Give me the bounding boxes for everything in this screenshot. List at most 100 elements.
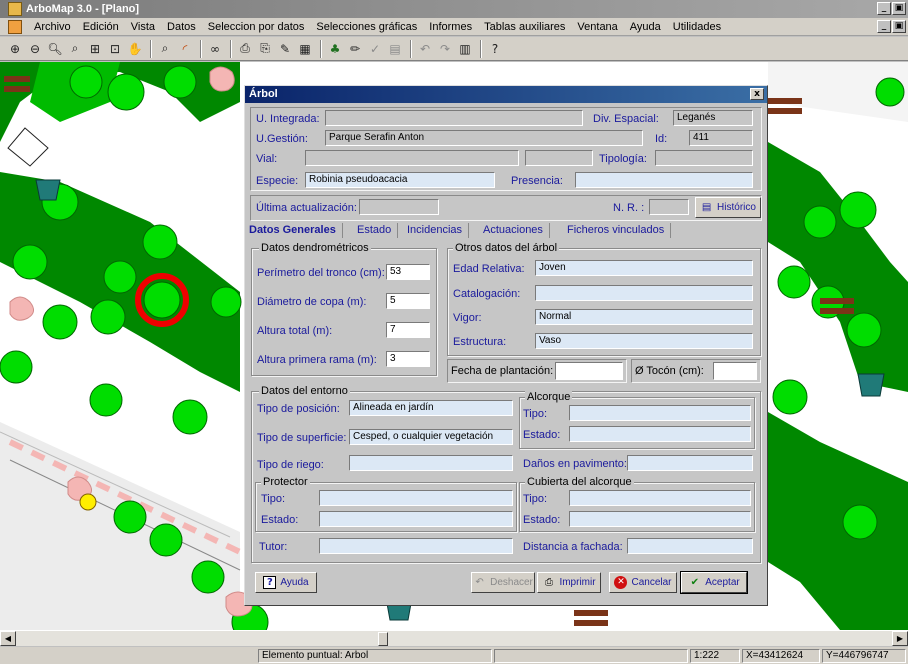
menu-edicion[interactable]: Edición	[77, 21, 125, 33]
selected-tree[interactable]	[143, 281, 181, 319]
print-icon[interactable]: ⎙	[236, 40, 254, 58]
tocon-field[interactable]	[713, 362, 757, 380]
tree[interactable]	[12, 244, 48, 280]
zoom-extents-icon[interactable]: ⊞	[86, 40, 104, 58]
tree[interactable]	[107, 73, 145, 111]
menu-ventana[interactable]: Ventana	[571, 21, 623, 33]
tree[interactable]	[172, 399, 208, 435]
tab-ficheros-vinculados[interactable]: Ficheros vinculados	[567, 223, 672, 238]
tree[interactable]	[191, 560, 225, 594]
estructura-field[interactable]: Vaso	[535, 333, 753, 349]
menu-utilidades[interactable]: Utilidades	[667, 21, 727, 33]
tree[interactable]	[846, 312, 882, 348]
aceptar-button[interactable]: ✔ Aceptar	[680, 571, 748, 594]
tree[interactable]	[42, 304, 78, 340]
protector-tipo-field[interactable]	[319, 490, 513, 506]
minimize-button[interactable]: _	[877, 2, 891, 15]
cancelar-button[interactable]: ✕ Cancelar	[609, 572, 677, 593]
diametro-field[interactable]: 5	[386, 293, 430, 309]
restore-button[interactable]: ▣	[892, 2, 906, 15]
zoom-in-icon[interactable]: ⊕	[6, 40, 24, 58]
tree[interactable]	[772, 379, 808, 415]
cubierta-estado-field[interactable]	[569, 511, 751, 527]
vial-number-field[interactable]	[525, 150, 593, 166]
tree[interactable]	[90, 299, 126, 335]
zoom-select-icon[interactable]: ⌕	[156, 40, 174, 58]
nr-field[interactable]	[649, 199, 689, 215]
menu-vista[interactable]: Vista	[125, 21, 161, 33]
pan-hand-icon[interactable]: ✋	[126, 40, 144, 58]
menu-selecciones-graficas[interactable]: Selecciones gráficas	[310, 21, 423, 33]
document-icon[interactable]	[8, 19, 22, 34]
tree[interactable]	[103, 260, 137, 294]
tab-datos-generales[interactable]: Datos Generales	[249, 223, 343, 238]
zoom-window-icon[interactable]: ⌕	[66, 40, 84, 58]
tree-data-icon[interactable]: ♣	[326, 40, 344, 58]
print-preview-icon[interactable]: ⎘	[256, 40, 274, 58]
bench[interactable]	[820, 308, 854, 314]
altura-total-field[interactable]: 7	[386, 322, 430, 338]
check-icon[interactable]: ✓	[366, 40, 384, 58]
zoom-out-icon[interactable]: ⊖	[26, 40, 44, 58]
menu-tablas-auxiliares[interactable]: Tablas auxiliares	[478, 21, 571, 33]
tree[interactable]	[777, 265, 811, 299]
cubierta-tipo-field[interactable]	[569, 490, 751, 506]
historico-button[interactable]: ▤ Histórico	[695, 197, 761, 218]
tree[interactable]	[149, 523, 183, 557]
scroll-right-button[interactable]: ▶	[892, 631, 908, 646]
distancia-fachada-field[interactable]	[627, 538, 753, 554]
scroll-left-button[interactable]: ◀	[0, 631, 16, 646]
tree[interactable]	[142, 224, 178, 260]
horizontal-scrollbar[interactable]: ◀ ▶	[0, 630, 908, 646]
yellow-marker-icon[interactable]	[79, 493, 97, 511]
zoom-previous-icon[interactable]: 🔍︎	[46, 40, 64, 58]
tree[interactable]	[69, 65, 103, 99]
especie-field[interactable]: Robinia pseudoacacia	[305, 172, 495, 188]
menu-archivo[interactable]: Archivo	[28, 21, 77, 33]
tab-actuaciones[interactable]: Actuaciones	[483, 223, 550, 238]
tree[interactable]	[113, 500, 147, 534]
altura-rama-field[interactable]: 3	[386, 351, 430, 367]
help-icon[interactable]: ?	[486, 40, 504, 58]
map-icon[interactable]: ▥	[456, 40, 474, 58]
bench[interactable]	[574, 610, 608, 616]
color-rainbow-icon[interactable]: ◜	[176, 40, 194, 58]
danos-pavimento-field[interactable]	[627, 455, 753, 471]
bench[interactable]	[768, 108, 802, 114]
bench[interactable]	[4, 76, 30, 82]
pencil-icon[interactable]: ✏	[346, 40, 364, 58]
doc-minimize-button[interactable]: _	[877, 20, 891, 33]
table-icon[interactable]: ▦	[296, 40, 314, 58]
bench[interactable]	[574, 620, 608, 626]
tab-incidencias[interactable]: Incidencias	[407, 223, 470, 238]
zoom-all-icon[interactable]: ⊡	[106, 40, 124, 58]
tree[interactable]	[163, 65, 197, 99]
tree[interactable]	[0, 350, 33, 384]
undo-icon[interactable]: ↶	[416, 40, 434, 58]
div-espacial-field[interactable]: Leganés	[673, 110, 753, 126]
tree[interactable]	[89, 383, 123, 417]
deshacer-button[interactable]: ↶ Deshacer	[471, 572, 535, 593]
tipo-riego-field[interactable]	[349, 455, 513, 471]
tree[interactable]	[210, 286, 242, 318]
tab-estado[interactable]: Estado	[357, 223, 399, 238]
ayuda-button[interactable]: ? Ayuda	[255, 572, 317, 593]
imprimir-button[interactable]: ⎙ Imprimir	[537, 572, 601, 593]
u-integrada-field[interactable]	[325, 110, 583, 126]
vigor-field[interactable]: Normal	[535, 309, 753, 325]
bench[interactable]	[820, 298, 854, 304]
tipo-superficie-field[interactable]: Cesped, o cualquier vegetación	[349, 429, 513, 445]
tutor-field[interactable]	[319, 538, 513, 554]
fecha-plantacion-field[interactable]	[555, 362, 623, 380]
tipologia-field[interactable]	[655, 150, 753, 166]
tree[interactable]	[842, 504, 878, 540]
edad-field[interactable]: Joven	[535, 260, 753, 276]
alcorque-estado-field[interactable]	[569, 426, 751, 442]
tree[interactable]	[875, 77, 905, 107]
protector-estado-field[interactable]	[319, 511, 513, 527]
paint-icon[interactable]: ✎	[276, 40, 294, 58]
doc-restore-button[interactable]: ▣	[892, 20, 906, 33]
chart-icon[interactable]: ▤	[386, 40, 404, 58]
scroll-thumb[interactable]	[378, 632, 388, 646]
menu-datos[interactable]: Datos	[161, 21, 202, 33]
